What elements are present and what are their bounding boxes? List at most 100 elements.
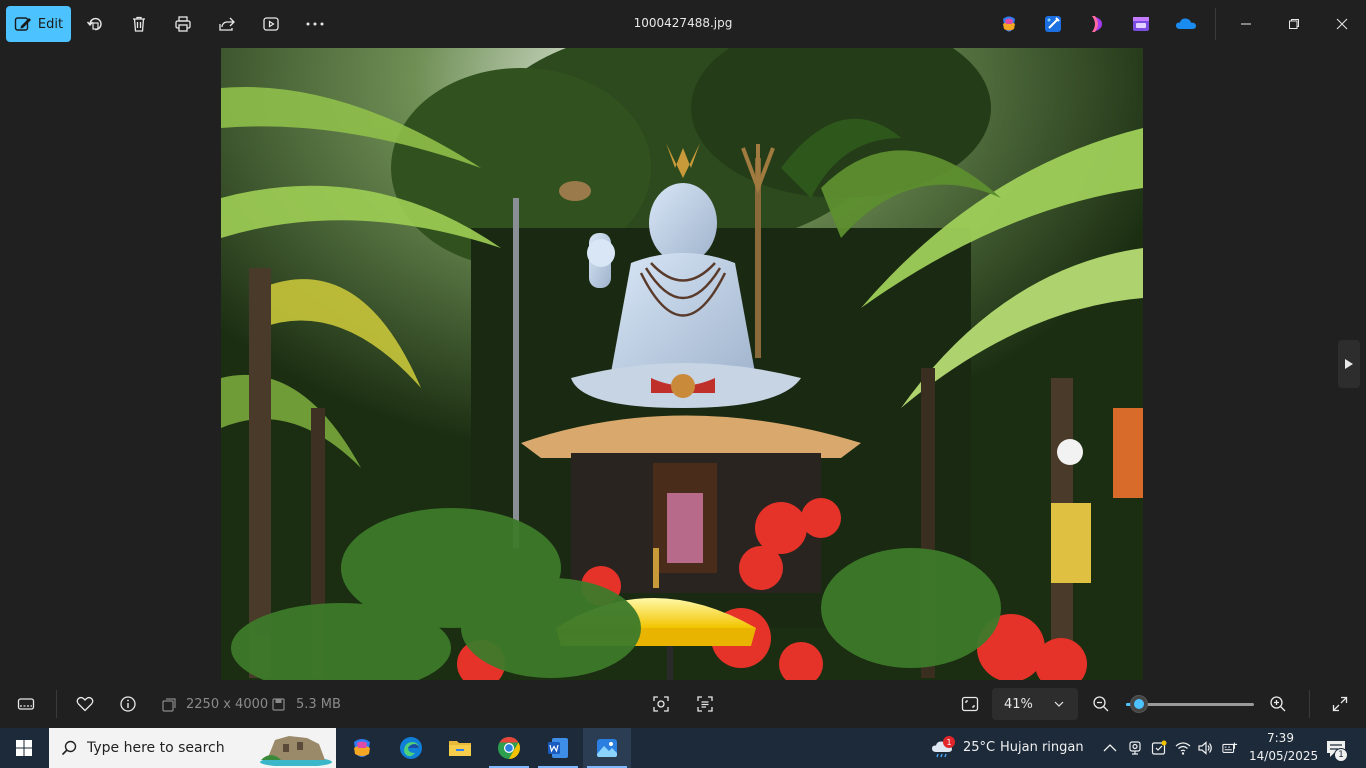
print-button[interactable]	[165, 6, 201, 42]
chevron-down-icon	[1054, 701, 1064, 707]
file-size-disk-icon	[272, 698, 285, 711]
search-highlight-landmark-icon	[260, 736, 332, 766]
security-shield-icon	[1151, 740, 1167, 755]
fit-to-window-button[interactable]	[954, 688, 986, 720]
designer-app-button[interactable]	[1043, 14, 1063, 34]
image-dimensions: 2250 x 4000	[186, 697, 269, 712]
start-button[interactable]	[0, 728, 48, 768]
restore-icon	[1289, 19, 1299, 29]
share-icon	[219, 17, 235, 31]
file-title: 1000427488.jpg	[633, 16, 733, 30]
taskbar-chrome[interactable]	[485, 728, 533, 768]
minimize-button[interactable]	[1223, 0, 1269, 48]
top-toolbar: Edit 1000427488.jpg	[0, 0, 1366, 48]
wifi-icon	[1175, 742, 1191, 755]
tray-security[interactable]	[1151, 740, 1167, 756]
taskbar-copilot[interactable]	[338, 728, 386, 768]
clock-date: 14/05/2025	[1249, 749, 1319, 763]
zoom-in-icon	[1270, 696, 1286, 712]
delete-button[interactable]	[121, 6, 157, 42]
chrome-browser-icon	[498, 737, 520, 759]
zoom-out-button[interactable]	[1085, 688, 1117, 720]
edit-button[interactable]: Edit	[6, 6, 71, 42]
file-info-button[interactable]	[112, 688, 144, 720]
zoom-level: 41%	[1004, 696, 1033, 712]
onedrive-cloud-icon	[1176, 18, 1196, 29]
favorite-button[interactable]	[69, 688, 101, 720]
close-icon	[1336, 18, 1348, 30]
chevron-up-icon	[1103, 744, 1117, 752]
visual-search-icon	[653, 696, 669, 712]
word-app-icon	[548, 738, 568, 758]
zoom-in-button[interactable]	[1262, 688, 1294, 720]
file-size: 5.3 MB	[296, 697, 341, 712]
scan-text-icon	[697, 696, 713, 712]
copilot-icon	[354, 739, 370, 757]
tray-meet-now[interactable]	[1127, 740, 1143, 756]
show-hidden-icons-button[interactable]	[1102, 740, 1118, 756]
next-image-button[interactable]	[1338, 340, 1360, 388]
video-editor-app-button[interactable]	[1131, 14, 1151, 34]
filmstrip-button[interactable]	[10, 688, 42, 720]
taskbar-photos[interactable]	[583, 728, 631, 768]
play-slideshow-icon	[263, 17, 279, 31]
clock-time: 7:39	[1267, 731, 1294, 745]
heart-icon	[76, 696, 94, 712]
webcam-icon	[1129, 741, 1141, 755]
edit-image-icon	[14, 17, 31, 31]
tray-network[interactable]	[1175, 740, 1191, 756]
photo-viewer[interactable]	[221, 48, 1143, 680]
expand-icon	[1332, 696, 1348, 712]
taskbar-edge[interactable]	[387, 728, 435, 768]
fit-screen-icon	[961, 696, 979, 712]
search-placeholder: Type here to search	[87, 740, 225, 756]
search-icon	[61, 740, 77, 756]
taskbar-word[interactable]	[534, 728, 582, 768]
clipchamp-icon	[1092, 16, 1102, 32]
keyboard-language-icon	[1222, 742, 1238, 753]
copilot-icon	[1003, 16, 1015, 32]
video-editor-icon	[1133, 17, 1149, 31]
info-icon	[120, 696, 136, 712]
trash-icon	[133, 16, 145, 32]
weather-description[interactable]: Hujan ringan	[1000, 740, 1084, 755]
share-button[interactable]	[209, 6, 245, 42]
clock-area[interactable]: 7:39 14/05/2025	[1246, 728, 1318, 768]
filmstrip-icon	[17, 698, 35, 710]
weather-temperature[interactable]: 25°C	[963, 740, 995, 755]
zoom-out-icon	[1093, 696, 1109, 712]
folder-icon	[449, 741, 471, 756]
clipchamp-app-button[interactable]	[1087, 14, 1107, 34]
copilot-app-button[interactable]	[999, 14, 1019, 34]
bottom-divider	[56, 690, 57, 718]
tray-volume[interactable]	[1197, 740, 1213, 756]
speaker-icon	[1198, 741, 1212, 755]
zoom-level-dropdown[interactable]: 41%	[992, 688, 1078, 720]
photos-app-icon	[597, 739, 617, 757]
image-dimensions-icon	[162, 698, 176, 712]
restore-button[interactable]	[1271, 0, 1317, 48]
close-button[interactable]	[1319, 0, 1365, 48]
full-screen-button[interactable]	[1324, 688, 1356, 720]
more-options-button[interactable]	[297, 6, 333, 42]
photos-app-window: Edit 1000427488.jpg 2250 x 4000 5.3 MB 4…	[0, 0, 1366, 728]
edit-label: Edit	[37, 16, 64, 32]
rotate-button[interactable]	[77, 6, 113, 42]
minimize-icon	[1241, 23, 1251, 25]
notification-count-badge: 1	[1334, 748, 1348, 762]
copy-text-button[interactable]	[689, 688, 721, 720]
ellipsis-icon	[306, 22, 324, 26]
edge-browser-icon	[400, 737, 422, 759]
slideshow-button[interactable]	[253, 6, 289, 42]
zoom-slider-thumb[interactable]	[1129, 695, 1148, 713]
visual-search-button[interactable]	[645, 688, 677, 720]
taskbar-file-explorer[interactable]	[436, 728, 484, 768]
printer-icon	[175, 16, 191, 32]
onedrive-button[interactable]	[1175, 14, 1196, 34]
windows-taskbar: Type here to search 1 25°C Hujan ringan	[0, 728, 1366, 768]
tray-input-method[interactable]	[1222, 740, 1238, 756]
photo-shiva-statue-garden	[221, 48, 1143, 680]
designer-icon	[1045, 16, 1061, 32]
rotate-icon	[86, 17, 102, 31]
taskbar-search-box[interactable]: Type here to search	[49, 728, 336, 768]
